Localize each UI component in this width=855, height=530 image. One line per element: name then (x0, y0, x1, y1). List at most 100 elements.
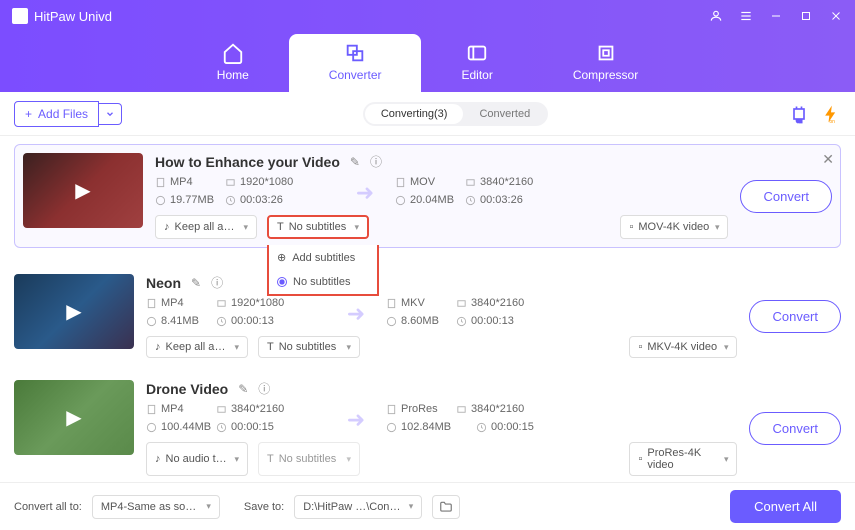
dst-size: 8.60MB (401, 315, 439, 327)
subtitle-select[interactable]: TNo subtitles▾ ⊕Add subtitles No subtitl… (267, 215, 369, 239)
subtitle-icon: T (267, 453, 274, 465)
output-value: MKV-4K video (647, 341, 717, 353)
app-title: HitPaw Univd (34, 9, 112, 24)
item-title: Drone Video (146, 381, 228, 397)
file-icon: ▫ (629, 221, 633, 233)
dst-resolution: 3840*2160 (480, 176, 533, 188)
add-icon: ⊕ (277, 251, 286, 264)
open-folder-button[interactable] (432, 495, 460, 519)
item-title: How to Enhance your Video (155, 154, 340, 170)
tab-converting[interactable]: Converting(3) (365, 104, 464, 124)
audio-select[interactable]: ♪Keep all audio tr…▾ (146, 336, 248, 358)
src-size: 100.44MB (161, 421, 211, 433)
file-icon: ▫ (638, 453, 642, 465)
audio-select[interactable]: ♪Keep all audio tr…▾ (155, 215, 257, 239)
src-resolution: 1920*1080 (240, 176, 293, 188)
chevron-down-icon: ▾ (346, 342, 351, 353)
size-icon (146, 422, 157, 433)
resolution-icon (465, 177, 476, 188)
tab-label: Compressor (573, 68, 638, 82)
chevron-down-icon: ▾ (724, 342, 729, 353)
src-resolution: 1920*1080 (231, 297, 284, 309)
src-resolution: 3840*2160 (231, 403, 284, 415)
output-format-select[interactable]: ▫MOV-4K video▾ (620, 215, 728, 239)
src-size: 19.77MB (170, 194, 214, 206)
thumbnail[interactable]: ▶ (23, 153, 143, 228)
dst-duration: 00:00:13 (471, 315, 514, 327)
tab-label: Converter (329, 68, 382, 82)
clock-icon (216, 422, 227, 433)
subtitle-value: No subtitles (279, 453, 336, 465)
add-files-label: Add Files (38, 107, 88, 121)
logo-icon (12, 8, 28, 24)
edit-icon[interactable]: ✎ (191, 276, 201, 290)
subtitle-dropdown: ⊕Add subtitles No subtitles (267, 245, 379, 296)
convert-button[interactable]: Convert (740, 180, 832, 213)
subtitle-select[interactable]: TNo subtitles▾ (258, 442, 360, 476)
info-icon[interactable]: ⓘ (370, 153, 382, 170)
play-icon: ▶ (66, 299, 81, 324)
audio-select[interactable]: ♪No audio track▾ (146, 442, 248, 476)
convert-button[interactable]: Convert (749, 300, 841, 333)
convert-all-to-value: MP4-Same as source (101, 501, 200, 513)
file-icon (146, 404, 157, 415)
output-format-select[interactable]: ▫ProRes-4K video▾ (629, 442, 737, 476)
chevron-down-icon: ▾ (715, 222, 720, 233)
maximize-icon[interactable] (799, 9, 813, 23)
tab-compressor[interactable]: Compressor (533, 34, 678, 92)
convert-button[interactable]: Convert (749, 412, 841, 445)
minimize-icon[interactable] (769, 9, 783, 23)
arrow-right-icon: ➜ (347, 407, 365, 433)
audio-icon: ♪ (164, 221, 170, 233)
no-subtitles-option[interactable]: No subtitles (269, 270, 377, 294)
clock-icon (476, 422, 487, 433)
clock-icon (216, 316, 227, 327)
output-format-select[interactable]: ▫ MKV-4K video ▾ (629, 336, 737, 358)
user-icon[interactable] (709, 9, 723, 23)
add-subtitles-option[interactable]: ⊕Add subtitles (269, 245, 377, 270)
list-item: ▶ How to Enhance your Video ✎ ⓘ MP4 1920… (14, 144, 841, 248)
file-icon (386, 404, 397, 415)
lightning-icon[interactable]: on (821, 104, 841, 124)
info-icon[interactable]: ⓘ (258, 380, 270, 397)
thumbnail[interactable]: ▶ (14, 274, 134, 349)
remove-item-icon[interactable]: ✕ (822, 151, 834, 168)
folder-icon (439, 500, 453, 514)
file-icon: ▫ (638, 341, 642, 353)
edit-icon[interactable]: ✎ (238, 382, 248, 396)
option-label: No subtitles (293, 276, 350, 288)
info-icon[interactable]: ⓘ (211, 274, 223, 291)
chevron-down-icon: ▾ (206, 501, 211, 512)
tab-label: Editor (461, 68, 492, 82)
save-to-select[interactable]: D:\HitPaw …\Converted▾ (294, 495, 422, 519)
clock-icon (456, 316, 467, 327)
edit-icon[interactable]: ✎ (350, 155, 360, 169)
subtitle-select[interactable]: TNo subtitles▾ (258, 336, 360, 358)
tab-converted[interactable]: Converted (463, 104, 546, 124)
audio-value: Keep all audio tr… (166, 341, 230, 353)
tab-home[interactable]: Home (177, 34, 289, 92)
close-window-icon[interactable] (829, 9, 843, 23)
play-icon: ▶ (75, 178, 90, 203)
item-title: Neon (146, 275, 181, 291)
dst-size: 102.84MB (401, 421, 451, 433)
dst-resolution: 3840*2160 (471, 403, 524, 415)
thumbnail[interactable]: ▶ (14, 380, 134, 455)
resolution-icon (456, 404, 467, 415)
chevron-down-icon: ▾ (354, 222, 359, 233)
home-icon (222, 42, 244, 64)
convert-all-button[interactable]: Convert All (730, 490, 841, 523)
chevron-down-icon (105, 109, 115, 119)
tab-label: Home (217, 68, 249, 82)
editor-icon (466, 42, 488, 64)
tab-converter[interactable]: Converter (289, 34, 422, 92)
menu-icon[interactable] (739, 9, 753, 23)
add-files-dropdown[interactable] (99, 103, 122, 125)
src-duration: 00:00:15 (231, 421, 274, 433)
convert-all-to-select[interactable]: MP4-Same as source ▾ (92, 495, 220, 519)
add-files-button[interactable]: + Add Files (14, 101, 99, 127)
gpu-accel-icon[interactable]: on (789, 104, 809, 124)
src-format: MP4 (161, 403, 184, 415)
dst-size: 20.04MB (410, 194, 454, 206)
tab-editor[interactable]: Editor (421, 34, 532, 92)
